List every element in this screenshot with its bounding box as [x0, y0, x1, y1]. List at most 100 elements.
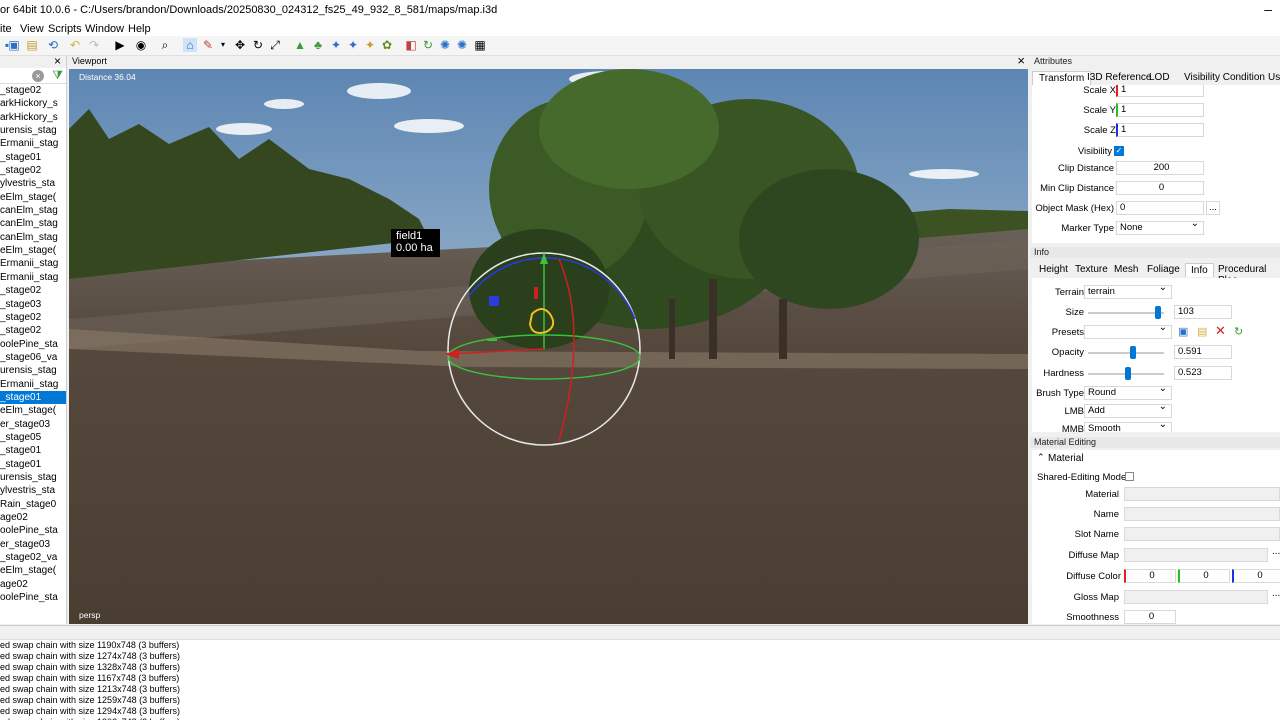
foliage-icon[interactable]: ♣ — [311, 38, 325, 52]
menu-edit[interactable]: ite — [0, 23, 12, 35]
reload-icon[interactable]: ⟲ — [46, 38, 60, 52]
settings-icon[interactable]: ✺ — [455, 38, 469, 52]
tab-height[interactable]: Height — [1039, 264, 1068, 275]
scene-item[interactable]: _stage02 — [0, 284, 66, 297]
object-mask-button[interactable]: ... — [1206, 201, 1220, 215]
delete-preset-icon[interactable]: ✕ — [1215, 323, 1226, 339]
scene-item[interactable]: _stage01 — [0, 458, 66, 471]
scene-item[interactable]: _stage06_va — [0, 351, 66, 364]
diffuse-b-input[interactable]: 0 — [1232, 569, 1280, 583]
diffuse-g-input[interactable]: 0 — [1178, 569, 1230, 583]
close-icon[interactable]: × — [1017, 53, 1025, 68]
tab-i3d-reference[interactable]: I3D Reference — [1087, 72, 1151, 83]
scale-z-input[interactable]: 1 — [1116, 123, 1204, 137]
hardness-input[interactable]: 0.523 — [1174, 366, 1232, 380]
scene-item[interactable]: er_stage03 — [0, 418, 66, 431]
scene-item[interactable]: _stage05 — [0, 431, 66, 444]
scene-item[interactable]: arkHickory_s — [0, 97, 66, 110]
terrain-icon[interactable]: ▲ — [293, 38, 307, 52]
filter-icon[interactable]: ⧩ — [52, 68, 63, 83]
size-slider[interactable] — [1088, 306, 1164, 319]
diffuse-map-input[interactable] — [1124, 548, 1268, 562]
scene-item[interactable]: canElm_stag — [0, 231, 66, 244]
scene-item[interactable]: Ermanii_stag — [0, 257, 66, 270]
tab-transform[interactable]: Transform — [1032, 71, 1092, 85]
clear-icon[interactable]: × — [32, 70, 44, 82]
scene-item[interactable]: arkHickory_s — [0, 111, 66, 124]
scene-item[interactable]: Ermanii_stag — [0, 137, 66, 150]
scene-item[interactable]: _stage02 — [0, 84, 66, 97]
size-slider-handle[interactable] — [1154, 306, 1161, 319]
presets-select[interactable] — [1084, 325, 1172, 339]
lmb-select[interactable]: Add — [1084, 404, 1172, 418]
clip-distance-input[interactable]: 200 — [1116, 161, 1204, 175]
hardness-slider-handle[interactable] — [1124, 367, 1131, 380]
diffuse-map-browse[interactable]: ... — [1272, 546, 1280, 557]
terrain-select[interactable]: terrain — [1084, 285, 1172, 299]
scale-x-input[interactable]: 1 — [1116, 85, 1204, 97]
search-icon[interactable]: ⌕ — [158, 38, 172, 52]
tab-texture[interactable]: Texture — [1075, 264, 1108, 275]
tool-b-icon[interactable]: ✦ — [346, 38, 360, 52]
scene-item[interactable]: urensis_stag — [0, 364, 66, 377]
gloss-map-browse[interactable]: ... — [1272, 588, 1280, 599]
eye-icon[interactable]: ◉ — [134, 38, 148, 52]
slot-name-input[interactable] — [1124, 527, 1280, 541]
scene-item[interactable]: urensis_stag — [0, 124, 66, 137]
gloss-map-input[interactable] — [1124, 590, 1268, 604]
mmb-select[interactable]: Smooth — [1084, 422, 1172, 432]
save-icon[interactable]: ▣ — [7, 38, 21, 52]
viewport[interactable]: Distance 36.04 persp field1 0.00 ha — [69, 69, 1028, 624]
scene-item[interactable]: er_stage03 — [0, 538, 66, 551]
scene-item[interactable]: eElm_stage( — [0, 404, 66, 417]
object-mask-input[interactable]: 0 — [1116, 201, 1204, 215]
scene-item[interactable]: _stage02 — [0, 164, 66, 177]
scene-item[interactable]: urensis_stag — [0, 471, 66, 484]
play-icon[interactable]: ▶ — [113, 38, 127, 52]
save-preset-icon[interactable]: ▣ — [1178, 325, 1188, 338]
tab-mesh[interactable]: Mesh — [1114, 264, 1138, 275]
hardness-slider[interactable] — [1088, 367, 1164, 380]
rotate-icon[interactable]: ↻ — [251, 38, 265, 52]
diffuse-r-input[interactable]: 0 — [1124, 569, 1176, 583]
scale-y-input[interactable]: 1 — [1116, 103, 1204, 117]
scale-icon[interactable]: ⤢ — [268, 38, 282, 52]
scene-item[interactable]: age02 — [0, 511, 66, 524]
scene-item[interactable]: Rain_stage0 — [0, 498, 66, 511]
visibility-checkbox[interactable]: ✓ — [1114, 146, 1124, 156]
scene-item[interactable]: oolePine_sta — [0, 524, 66, 537]
scene-item[interactable]: _stage02_va — [0, 551, 66, 564]
refresh-preset-icon[interactable]: ↻ — [1234, 325, 1243, 338]
opacity-slider[interactable] — [1088, 346, 1164, 359]
scene-filter[interactable]: × ⧩ — [0, 68, 66, 84]
tool-d-icon[interactable]: ✿ — [380, 38, 394, 52]
scene-item[interactable]: oolePine_sta — [0, 591, 66, 604]
material-input[interactable] — [1124, 487, 1280, 501]
smoothness-input[interactable]: 0 — [1124, 610, 1176, 624]
tab-visibility-condition[interactable]: Visibility Condition — [1184, 72, 1265, 83]
scene-item[interactable]: _stage02 — [0, 311, 66, 324]
scene-item[interactable]: Ermanii_stag — [0, 378, 66, 391]
menu-scripts[interactable]: Scripts — [48, 23, 82, 35]
scene-item[interactable]: _stage01 — [0, 390, 66, 405]
scene-item[interactable]: ylvestris_sta — [0, 177, 66, 190]
tool-c-icon[interactable]: ✦ — [363, 38, 377, 52]
menu-help[interactable]: Help — [128, 23, 151, 35]
tab-lod[interactable]: LOD — [1149, 72, 1170, 83]
scene-item[interactable]: _stage03 — [0, 298, 66, 311]
tab-foliage[interactable]: Foliage — [1147, 264, 1180, 275]
shared-editing-checkbox[interactable] — [1125, 472, 1134, 481]
globe-icon[interactable]: ✺ — [438, 38, 452, 52]
close-icon[interactable]: × — [54, 56, 61, 68]
scene-item[interactable]: oolePine_sta — [0, 338, 66, 351]
chevron-down-icon[interactable]: ▾ — [216, 38, 230, 52]
collapse-icon[interactable]: ⌃ — [1037, 452, 1045, 463]
tool-a-icon[interactable]: ✦ — [329, 38, 343, 52]
undo-icon[interactable]: ↶ — [68, 38, 82, 52]
scene-item[interactable]: age02 — [0, 578, 66, 591]
scene-item[interactable]: canElm_stag — [0, 217, 66, 230]
viewport-scene[interactable] — [69, 69, 1028, 624]
opacity-input[interactable]: 0.591 — [1174, 345, 1232, 359]
redo-icon[interactable]: ↷ — [87, 38, 101, 52]
marker-type-select[interactable]: None — [1116, 221, 1204, 235]
